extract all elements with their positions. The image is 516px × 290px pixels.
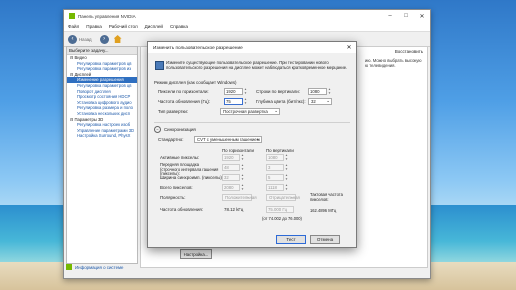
- timing-section-label: Синхронизация: [164, 127, 196, 132]
- task-sidebar: Выберите задачу... ВидеоРегулировка пара…: [66, 46, 138, 264]
- system-info-link[interactable]: Информация о системе: [66, 264, 123, 270]
- menu-bar: Файл Правка Рабочий стол Дисплей Справка: [64, 22, 430, 32]
- polarity-h-dropdown: Положительная: [222, 194, 257, 201]
- refresh-range-text: (от 74.002 до 76.000): [262, 216, 302, 221]
- total-pixels-h: 2080: [222, 184, 240, 191]
- front-porch-v-spinner: ▲ ▼: [285, 163, 288, 171]
- sidebar-item[interactable]: Установка нескольких дисп: [67, 111, 137, 117]
- forward-arrow-icon[interactable]: ›: [99, 34, 109, 44]
- sidebar-item[interactable]: Регулировка параметров цв: [67, 83, 137, 89]
- home-icon[interactable]: [113, 35, 122, 43]
- timing-section-header[interactable]: − Синхронизация: [154, 126, 196, 133]
- menu-edit[interactable]: Правка: [86, 24, 102, 29]
- content-description: ию. Можно выбрать высокую ю телевидения.: [365, 58, 422, 68]
- vertical-lines-input[interactable]: 1080: [308, 88, 327, 95]
- active-pixels-label: Активные пикселы:: [160, 155, 200, 160]
- polarity-v-dropdown: Отрицательная: [266, 194, 300, 201]
- refresh-rate-input[interactable]: 75: [224, 98, 243, 105]
- sync-width-v-spinner: ▲ ▼: [285, 173, 288, 181]
- sidebar-list: ВидеоРегулировка параметров цвРегулировк…: [67, 55, 137, 139]
- vertical-lines-spinner[interactable]: ▲ ▼: [328, 87, 331, 95]
- setup-button[interactable]: Настройка...: [180, 249, 212, 259]
- active-pixels-v: 1080: [266, 154, 284, 161]
- standard-dropdown[interactable]: CVT с уменьшенным гашением: [194, 136, 262, 143]
- back-arrow-icon[interactable]: ‹: [68, 34, 77, 44]
- active-pixels-h: 1920: [222, 154, 240, 161]
- sidebar-item[interactable]: Просмотр состояния HDCP: [67, 94, 137, 100]
- menu-display[interactable]: Дисплей: [145, 24, 163, 29]
- total-pixels-v: 1118: [266, 184, 284, 191]
- column-vertical-header: По вертикали: [266, 148, 294, 153]
- total-pixels-v-spinner: ▲ ▼: [285, 183, 288, 191]
- system-info-label[interactable]: Информация о системе: [75, 265, 123, 270]
- menu-help[interactable]: Справка: [170, 24, 188, 29]
- collapse-icon[interactable]: −: [154, 126, 161, 133]
- refresh-rate-spinner[interactable]: ▲ ▼: [244, 97, 247, 105]
- dialog-close-icon[interactable]: ✕: [342, 44, 356, 51]
- total-pixels-h-spinner: ▲ ▼: [241, 183, 244, 191]
- sidebar-item[interactable]: Регулировка настроек изоб: [67, 122, 137, 128]
- window-title: Панель управления NVIDIA: [78, 13, 136, 19]
- active-pixels-v-spinner: ▲ ▼: [285, 153, 288, 161]
- active-pixels-h-spinner: ▲ ▼: [241, 153, 244, 161]
- back-label[interactable]: Назад: [79, 37, 92, 42]
- total-pixels-label: Всего пикселов:: [160, 185, 193, 190]
- minimize-icon[interactable]: –: [382, 13, 398, 19]
- test-button[interactable]: Тест: [276, 235, 306, 244]
- color-depth-label: Глубина цвета (бит/пкс):: [256, 99, 306, 104]
- restore-link[interactable]: Восстановить: [395, 49, 423, 54]
- front-porch-v: 3: [266, 164, 284, 171]
- dialog-titlebar: Изменить пользовательское разрешение ✕: [148, 42, 356, 53]
- vertical-lines-label: Строки по вертикали:: [256, 89, 300, 94]
- window-titlebar: Панель управления NVIDIA – □ ✕: [64, 10, 430, 22]
- pixel-clock-label: Тактовая частота пикселов:: [310, 192, 343, 202]
- sidebar-header: Выберите задачу...: [67, 47, 137, 55]
- section-divider: [154, 122, 350, 123]
- refresh-rate-label: Частота обновления (Гц):: [158, 99, 211, 104]
- front-porch-h-spinner: ▲ ▼: [241, 163, 244, 171]
- refresh-rate-row-label: Частота обновления:: [160, 207, 204, 212]
- horizontal-pixels-input[interactable]: 1920: [224, 88, 243, 95]
- menu-file[interactable]: Файл: [68, 24, 79, 29]
- refresh-rate-v-input: 75.000 Гц: [266, 206, 294, 213]
- color-depth-dropdown[interactable]: 32: [308, 98, 332, 105]
- sync-width-h-spinner: ▲ ▼: [241, 173, 244, 181]
- sync-width-h: 32: [222, 174, 240, 181]
- cancel-button[interactable]: Отмена: [310, 235, 340, 244]
- display-mode-label: Режим дисплея (как сообщает Windows): [154, 80, 237, 85]
- monitor-icon: [155, 61, 164, 70]
- horizontal-pixels-spinner[interactable]: ▲ ▼: [244, 87, 247, 95]
- scan-type-dropdown[interactable]: Построчная развертка: [220, 108, 280, 115]
- pixel-clock-value: 162.4896 МГц: [310, 208, 337, 213]
- sidebar-item[interactable]: Настройка Surround, PhysX: [67, 133, 137, 139]
- sync-width-label: Ширина синхроимп. (пикселы):: [160, 175, 224, 180]
- maximize-icon[interactable]: □: [398, 13, 414, 19]
- refresh-rate-h-value: 78.12 kГц: [224, 207, 244, 212]
- horizontal-pixels-label: Пиксели по горизонтали:: [158, 89, 209, 94]
- nvidia-logo-icon: [69, 13, 75, 19]
- sidebar-item[interactable]: Регулировка параметров из: [67, 66, 137, 72]
- standard-label: Стандартно:: [158, 137, 184, 142]
- dialog-title: Изменить пользовательское разрешение: [153, 45, 243, 50]
- menu-desktop[interactable]: Рабочий стол: [109, 24, 138, 29]
- system-info-icon: [66, 264, 72, 270]
- column-horizontal-header: По горизонтали: [222, 148, 254, 153]
- custom-resolution-dialog: Изменить пользовательское разрешение ✕ И…: [147, 41, 357, 248]
- dialog-info-text: Измените существующее пользовательское р…: [166, 60, 348, 70]
- front-porch-h: 48: [222, 164, 240, 171]
- close-icon[interactable]: ✕: [414, 13, 430, 20]
- scan-type-label: Тип развертки:: [158, 109, 189, 114]
- polarity-label: Полярность:: [160, 195, 186, 200]
- sync-width-v: 5: [266, 174, 284, 181]
